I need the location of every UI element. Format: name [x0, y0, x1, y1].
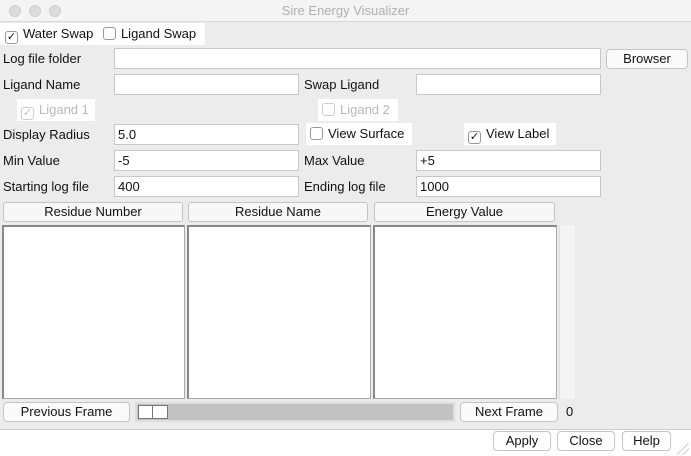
column-header-energy-value[interactable]: Energy Value — [374, 202, 555, 222]
zoom-window-icon[interactable] — [49, 5, 61, 17]
close-button[interactable]: Close — [557, 431, 615, 451]
display-radius-input[interactable]: 5.0 — [114, 124, 299, 145]
apply-button[interactable]: Apply — [493, 431, 551, 451]
resize-grip-icon[interactable] — [677, 443, 689, 455]
frame-slider[interactable] — [135, 402, 455, 422]
window-title: Sire Energy Visualizer — [281, 3, 410, 18]
list-scrollbar[interactable] — [559, 225, 575, 399]
view-label-checkbox[interactable]: ✓ View Label — [464, 123, 556, 145]
next-frame-button[interactable]: Next Frame — [460, 402, 558, 422]
previous-frame-button[interactable]: Previous Frame — [3, 402, 130, 422]
max-value-label: Max Value — [304, 153, 365, 168]
ligand-name-label: Ligand Name — [3, 77, 81, 92]
frame-counter: 0 — [566, 404, 574, 419]
help-button[interactable]: Help — [622, 431, 671, 451]
max-value-input[interactable]: +5 — [416, 150, 601, 171]
checkbox-checked-icon: ✓ — [468, 131, 481, 144]
checkbox-checked-icon: ✓ — [21, 107, 34, 120]
swap-ligand-input[interactable] — [416, 74, 601, 95]
column-header-residue-number[interactable]: Residue Number — [3, 202, 183, 222]
browser-button[interactable]: Browser — [606, 49, 688, 69]
title-bar: Sire Energy Visualizer — [0, 0, 691, 22]
ligand2-checkbox[interactable]: Ligand 2 — [318, 99, 398, 121]
residue-number-list[interactable] — [2, 225, 185, 399]
view-surface-checkbox[interactable]: View Surface — [306, 123, 412, 145]
swap-options: ✓ Water Swap Ligand Swap — [0, 23, 205, 45]
column-header-residue-name[interactable]: Residue Name — [188, 202, 368, 222]
start-log-label: Starting log file — [3, 179, 89, 194]
ligand1-checkbox[interactable]: ✓ Ligand 1 — [17, 99, 95, 121]
display-radius-label: Display Radius — [3, 127, 90, 142]
log-folder-input[interactable] — [114, 48, 601, 69]
water-swap-checkbox[interactable]: ✓ Water Swap — [5, 26, 93, 44]
checkbox-icon — [310, 127, 323, 140]
checkbox-icon — [102, 27, 116, 40]
min-value-input[interactable]: -5 — [114, 150, 299, 171]
checkbox-icon — [322, 103, 335, 116]
energy-value-list[interactable] — [373, 225, 557, 399]
slider-thumb[interactable] — [138, 405, 168, 419]
end-log-input[interactable]: 1000 — [416, 176, 601, 197]
checkbox-checked-icon: ✓ — [5, 31, 18, 44]
log-folder-label: Log file folder — [3, 51, 82, 66]
minimize-window-icon[interactable] — [29, 5, 41, 17]
close-window-icon[interactable] — [9, 5, 21, 17]
start-log-input[interactable]: 400 — [114, 176, 299, 197]
residue-name-list[interactable] — [187, 225, 371, 399]
ligand-swap-checkbox[interactable]: Ligand Swap — [102, 26, 196, 41]
min-value-label: Min Value — [3, 153, 60, 168]
ligand-name-input[interactable] — [114, 74, 299, 95]
end-log-label: Ending log file — [304, 179, 386, 194]
swap-ligand-label: Swap Ligand — [304, 77, 380, 92]
